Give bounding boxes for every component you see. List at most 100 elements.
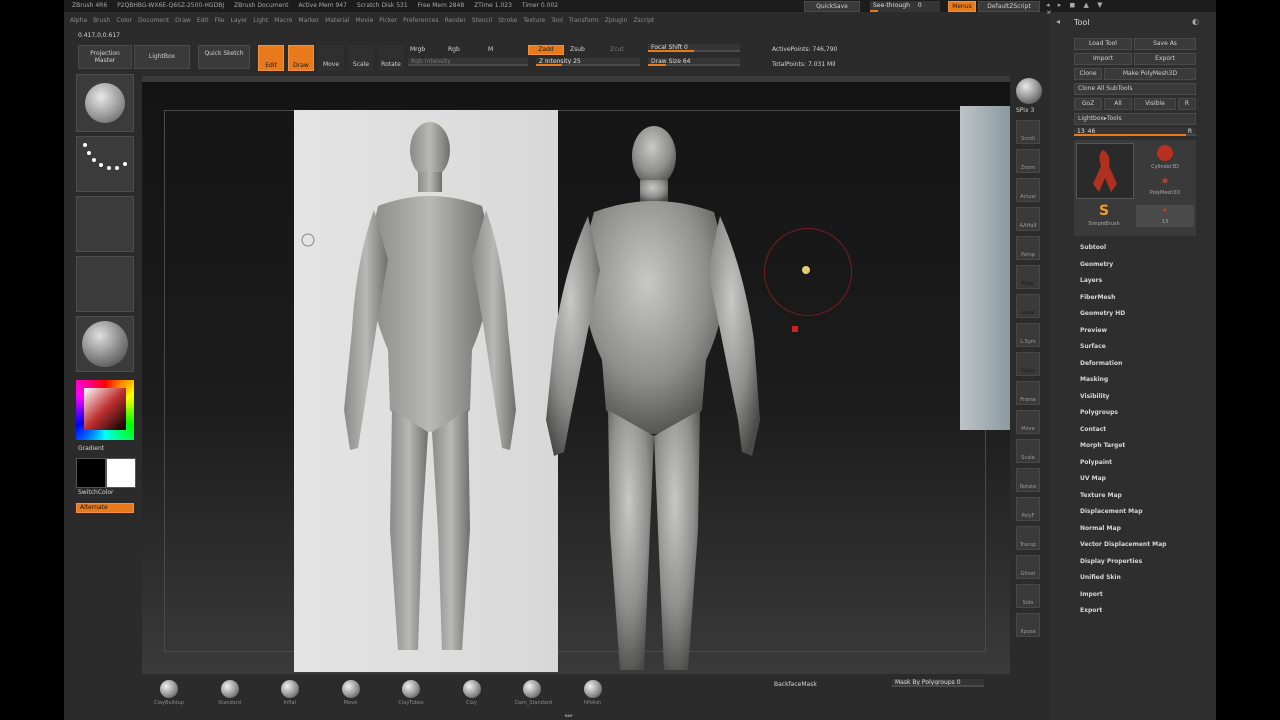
tool-section-export[interactable]: Export	[1080, 607, 1102, 614]
view-scale-button[interactable]: Scale	[1016, 439, 1040, 463]
menu-layer[interactable]: Layer	[231, 14, 248, 28]
tool-section-unified-skin[interactable]: Unified Skin	[1080, 574, 1121, 581]
menu-marker[interactable]: Marker	[298, 14, 319, 28]
main-color-swatch[interactable]	[106, 458, 136, 488]
view-persp-button[interactable]: Persp	[1016, 236, 1040, 260]
texture-thumbnail[interactable]	[76, 256, 134, 312]
m-button[interactable]: M	[488, 46, 493, 53]
cylinder3d-thumbnail[interactable]: Cylinder3D	[1136, 143, 1194, 173]
tool-section-layers[interactable]: Layers	[1080, 277, 1102, 284]
menu-stroke[interactable]: Stroke	[498, 14, 517, 28]
menu-movie[interactable]: Movie	[356, 14, 374, 28]
tool-section-morph-target[interactable]: Morph Target	[1080, 442, 1125, 449]
view-local-button[interactable]: Local	[1016, 294, 1040, 318]
brush-inflat[interactable]: Inflat	[273, 680, 307, 706]
menus-button[interactable]: Menus	[948, 1, 976, 12]
tool-section-geometry-hd[interactable]: Geometry HD	[1080, 310, 1125, 317]
switch-color-button[interactable]: SwitchColor	[78, 489, 114, 496]
tool-section-surface[interactable]: Surface	[1080, 343, 1106, 350]
canvas[interactable]	[142, 76, 1010, 674]
view-solo-button[interactable]: Solo	[1016, 584, 1040, 608]
brush-dam-standard[interactable]: Dam_Standard	[515, 680, 552, 706]
menu-transform[interactable]: Transform	[569, 14, 599, 28]
menu-material[interactable]: Material	[325, 14, 349, 28]
mask-by-polygroups-slider[interactable]: Mask By Polygroups 0	[892, 679, 984, 687]
secondary-color-swatch[interactable]	[76, 458, 106, 488]
all-button[interactable]: All	[1104, 98, 1132, 110]
rgb-button[interactable]: Rgb	[448, 46, 460, 53]
zadd-button[interactable]: Zadd	[528, 45, 564, 55]
brush-thumbnail[interactable]	[76, 74, 134, 132]
bottom-arrows-icon[interactable]: ◂▴▸	[564, 712, 573, 719]
view-frame-button[interactable]: Frame	[1016, 381, 1040, 405]
view-ghost-button[interactable]: Ghost	[1016, 555, 1040, 579]
view-scroll-button[interactable]: Scroll	[1016, 120, 1040, 144]
tool-section-display-properties[interactable]: Display Properties	[1080, 558, 1142, 565]
tool-section-displacement-map[interactable]: Displacement Map	[1080, 508, 1143, 515]
view-polyf-button[interactable]: PolyF	[1016, 497, 1040, 521]
view-floor-button[interactable]: Floor	[1016, 265, 1040, 289]
import-button[interactable]: Import	[1074, 53, 1132, 65]
tool-section-masking[interactable]: Masking	[1080, 376, 1108, 383]
view-actual-button[interactable]: Actual	[1016, 178, 1040, 202]
simplebrush-thumbnail[interactable]: S SimpleBrush	[1076, 203, 1132, 233]
view-aahalf-button[interactable]: AAHalf	[1016, 207, 1040, 231]
color-square[interactable]	[84, 388, 126, 430]
material-thumbnail[interactable]	[76, 316, 134, 372]
r-button[interactable]: R	[1178, 98, 1196, 110]
menu-tool[interactable]: Tool	[551, 14, 563, 28]
move-button[interactable]: Move	[318, 45, 344, 71]
rgb-intensity-slider[interactable]: Rgb Intensity	[408, 58, 528, 66]
gradient-label[interactable]: Gradient	[78, 445, 104, 452]
quick-sketch-button[interactable]: Quick Sketch	[198, 45, 250, 69]
collapse-icon[interactable]: ◂	[1056, 17, 1060, 26]
view-gxyz-button[interactable]: Gxyz	[1016, 352, 1040, 376]
clone-button[interactable]: Clone	[1074, 68, 1102, 80]
see-through-slider[interactable]: See-through 0	[870, 1, 940, 12]
panel-pin-icon[interactable]: ◐	[1192, 17, 1199, 26]
brush-hpolish[interactable]: hPolish	[576, 680, 610, 706]
make-polymesh-button[interactable]: Make PolyMesh3D	[1104, 68, 1196, 80]
menu-light[interactable]: Light	[253, 14, 268, 28]
tool-section-normal-map[interactable]: Normal Map	[1080, 525, 1121, 532]
brush-claybuildup[interactable]: ClayBuildup	[152, 680, 186, 706]
default-zscript-button[interactable]: DefaultZScript	[978, 1, 1040, 12]
menu-file[interactable]: File	[214, 14, 224, 28]
brush-claytubes[interactable]: ClayTubes	[394, 680, 428, 706]
alternate-button[interactable]: Alternate	[76, 503, 134, 513]
tool-section-texture-map[interactable]: Texture Map	[1080, 492, 1122, 499]
projection-master-button[interactable]: Projection Master	[78, 45, 132, 69]
tool-section-uv-map[interactable]: UV Map	[1080, 475, 1106, 482]
backface-mask-button[interactable]: BackfaceMask	[774, 681, 817, 688]
tool-section-preview[interactable]: Preview	[1080, 327, 1107, 334]
lightbox-tools-button[interactable]: Lightbox▸Tools	[1074, 113, 1196, 125]
view-zoom-button[interactable]: Zoom	[1016, 149, 1040, 173]
menu-document[interactable]: Document	[138, 14, 169, 28]
view-transp-button[interactable]: Transp	[1016, 526, 1040, 550]
tool-section-geometry[interactable]: Geometry	[1080, 261, 1113, 268]
stroke-thumbnail[interactable]	[76, 136, 134, 192]
save-as-button[interactable]: Save As	[1134, 38, 1196, 50]
view-l-sym-button[interactable]: L.Sym	[1016, 323, 1040, 347]
tool-13-thumbnail[interactable]: ✦ 13	[1136, 205, 1194, 227]
menu-stencil[interactable]: Stencil	[472, 14, 492, 28]
zsub-button[interactable]: Zsub	[570, 46, 585, 53]
current-tool-slider[interactable]: 13_46 R	[1074, 128, 1196, 136]
zcut-button[interactable]: Zcut	[610, 46, 624, 53]
draw-button[interactable]: Draw	[288, 45, 314, 71]
tool-section-polypaint[interactable]: Polypaint	[1080, 459, 1112, 466]
menu-color[interactable]: Color	[116, 14, 132, 28]
load-tool-button[interactable]: Load Tool	[1074, 38, 1132, 50]
spix-slider[interactable]: SPix 3	[1016, 107, 1034, 114]
menu-zplugin[interactable]: Zplugin	[605, 14, 628, 28]
bpr-button[interactable]	[1016, 78, 1042, 104]
z-intensity-slider[interactable]: Z Intensity 25	[536, 58, 640, 66]
export-button[interactable]: Export	[1134, 53, 1196, 65]
mrgb-button[interactable]: Mrgb	[410, 46, 425, 53]
view-xpose-button[interactable]: Xpose	[1016, 613, 1040, 637]
menu-macro[interactable]: Macro	[274, 14, 292, 28]
tool-section-subtool[interactable]: Subtool	[1080, 244, 1106, 251]
scale-button[interactable]: Scale	[348, 45, 374, 71]
view-move-button[interactable]: Move	[1016, 410, 1040, 434]
tool-section-contact[interactable]: Contact	[1080, 426, 1106, 433]
